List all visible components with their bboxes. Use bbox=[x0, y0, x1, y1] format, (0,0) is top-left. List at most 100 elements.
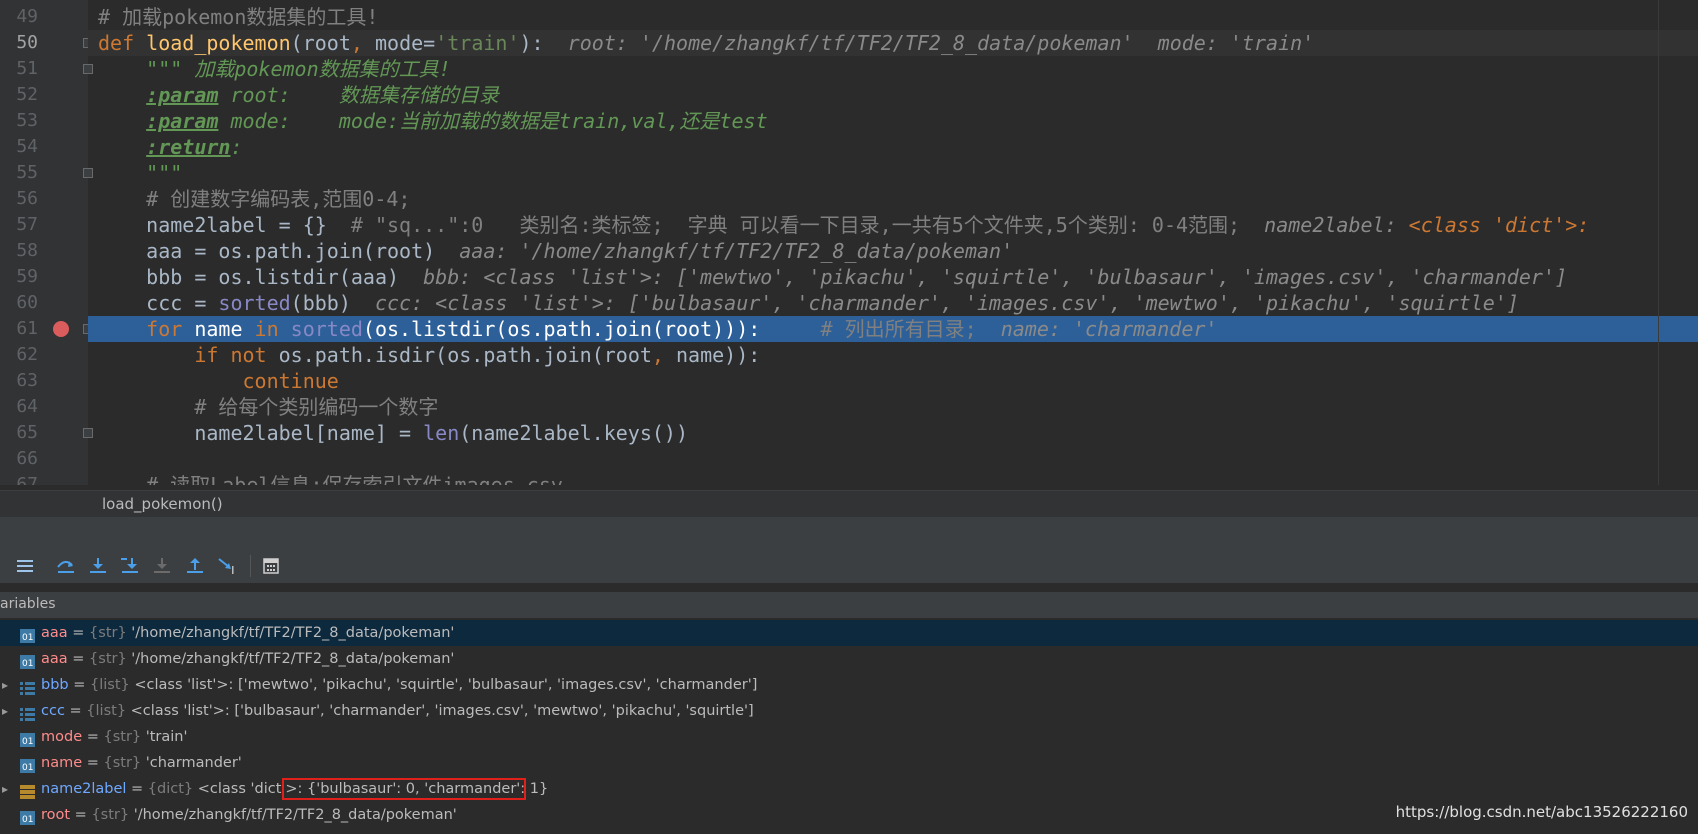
code-line[interactable]: def load_pokemon(root, mode='train'): ro… bbox=[88, 30, 1698, 56]
code-token: for bbox=[98, 317, 195, 341]
variable-row[interactable]: 01 aaa = {str} '/home/zhangkf/tf/TF2/TF2_… bbox=[0, 646, 1698, 672]
step-into-my-code-icon[interactable] bbox=[119, 555, 141, 577]
code-line[interactable]: """ 加载pokemon数据集的工具! bbox=[98, 56, 1698, 82]
variable-type: {str} bbox=[89, 625, 127, 641]
code-token: sorted bbox=[290, 317, 363, 341]
expand-arrow-icon[interactable]: ▸ bbox=[2, 672, 8, 698]
gutter-line[interactable]: 61 bbox=[0, 316, 93, 342]
equals-sign: = bbox=[68, 677, 90, 693]
expand-arrow-icon[interactable]: ▸ bbox=[2, 776, 8, 802]
toolbar-separator bbox=[250, 555, 251, 577]
gutter-line[interactable]: 53 bbox=[0, 108, 88, 134]
equals-sign: = bbox=[70, 807, 92, 823]
code-token: ccc = bbox=[98, 291, 219, 315]
fold-marker-icon[interactable] bbox=[83, 428, 93, 438]
code-line[interactable]: ccc = sorted(bbb) ccc: <class 'list'>: [… bbox=[98, 290, 1698, 316]
gutter-line[interactable]: 54 bbox=[0, 134, 88, 160]
gutter-line[interactable]: 60 bbox=[0, 290, 88, 316]
variable-row[interactable]: ▸ ccc = {list} <class 'list'>: ['bulbasau… bbox=[0, 698, 1698, 724]
code-line[interactable]: :return: bbox=[98, 134, 1698, 160]
line-number: 64 bbox=[16, 396, 38, 417]
code-line[interactable] bbox=[98, 446, 1698, 472]
code-line[interactable]: aaa = os.path.join(root) aaa: '/home/zha… bbox=[98, 238, 1698, 264]
gutter-line[interactable]: 62 bbox=[0, 342, 88, 368]
code-token: 'train' bbox=[435, 31, 520, 55]
gutter-line[interactable]: 63 bbox=[0, 368, 88, 394]
variable-value: '/home/zhangkf/tf/TF2/TF2_8_data/pokeman… bbox=[129, 807, 457, 823]
code-line[interactable]: name2label = {} # "sq...":0 类别名:类标签; 字典 … bbox=[98, 212, 1698, 238]
gutter-line[interactable]: 65 bbox=[0, 420, 93, 446]
code-token: :return bbox=[146, 135, 231, 159]
code-line[interactable]: # 读取Label信息;保存索引文件images.csv bbox=[98, 472, 1698, 485]
list-type-icon bbox=[20, 704, 35, 721]
gutter-line[interactable]: 58 bbox=[0, 238, 88, 264]
gutter-line[interactable]: 64 bbox=[0, 394, 88, 420]
gutter-line[interactable]: 50 bbox=[0, 30, 93, 56]
variable-row[interactable]: 01 mode = {str} 'train' bbox=[0, 724, 1698, 750]
equals-sign: = bbox=[67, 625, 90, 641]
code-line[interactable]: # 创建数字编码表,范围0-4; bbox=[98, 186, 1698, 212]
expand-arrow-icon[interactable]: ▸ bbox=[2, 698, 8, 724]
breadcrumb[interactable]: load_pokemon() bbox=[0, 490, 1698, 517]
step-into-icon[interactable] bbox=[87, 555, 109, 577]
variable-text: root = {str} '/home/zhangkf/tf/TF2/TF2_8… bbox=[41, 802, 457, 828]
code-line[interactable]: :param mode: mode:当前加载的数据是train,val,还是te… bbox=[98, 108, 1698, 134]
code-line[interactable]: # 给每个类别编码一个数字 bbox=[98, 394, 1698, 420]
variable-row[interactable]: 01 aaa = {str} '/home/zhangkf/tf/TF2/TF2_… bbox=[0, 620, 1698, 646]
variable-value: <class 'list'>: ['mewtwo', 'pikachu', 's… bbox=[129, 677, 758, 693]
variable-type: {str} bbox=[91, 807, 130, 823]
breakpoint-icon[interactable] bbox=[53, 321, 69, 337]
code-line[interactable]: if not os.path.isdir(os.path.join(root, … bbox=[98, 342, 1698, 368]
code-line[interactable]: :param root: 数据集存储的目录 bbox=[98, 82, 1698, 108]
variable-row[interactable]: 01 name = {str} 'charmander' bbox=[0, 750, 1698, 776]
code-line[interactable]: """ bbox=[98, 160, 1698, 186]
step-out-icon[interactable] bbox=[184, 555, 206, 577]
gutter-line[interactable]: 55 bbox=[0, 160, 93, 186]
variable-value: '/home/zhangkf/tf/TF2/TF2_8_data/pokeman… bbox=[126, 651, 455, 667]
step-over-icon[interactable] bbox=[55, 555, 77, 577]
code-line[interactable]: bbb = os.listdir(aaa) bbb: <class 'list'… bbox=[98, 264, 1698, 290]
gutter-line[interactable]: 59 bbox=[0, 264, 88, 290]
gutter-line[interactable]: 56 bbox=[0, 186, 88, 212]
evaluate-expression-icon[interactable] bbox=[260, 555, 282, 577]
code-token: name bbox=[194, 317, 255, 341]
code-line[interactable]: # 加载pokemon数据集的工具! bbox=[98, 4, 1698, 30]
gutter-line[interactable]: 66 bbox=[0, 446, 88, 472]
code-token: continue bbox=[98, 369, 339, 393]
force-step-into-icon[interactable] bbox=[151, 555, 173, 577]
code-token: :param bbox=[146, 83, 219, 107]
gutter-line[interactable]: 52 bbox=[0, 82, 88, 108]
variable-row[interactable]: ▸ bbb = {list} <class 'list'>: ['mewtwo',… bbox=[0, 672, 1698, 698]
code-token: # 创建数字编码表,范围0-4; bbox=[98, 187, 411, 211]
variables-list[interactable]: 01 aaa = {str} '/home/zhangkf/tf/TF2/TF2_… bbox=[0, 620, 1698, 831]
execution-point-line[interactable]: for name in sorted(os.listdir(os.path.jo… bbox=[88, 316, 1698, 342]
code-editor[interactable]: 49 50 51 52 53 54 55 56 57 58 59 60 61 62 63 64 65 66 67 #… bbox=[0, 0, 1698, 485]
code-line[interactable]: name2label[name] = len(name2label.keys()… bbox=[98, 420, 1698, 446]
show-execution-point-icon[interactable] bbox=[14, 555, 36, 577]
fold-marker-icon[interactable] bbox=[83, 168, 93, 178]
str-type-icon: 01 bbox=[20, 808, 35, 825]
variable-value: 'charmander' bbox=[141, 755, 242, 771]
gutter-line[interactable]: 51 bbox=[0, 56, 93, 82]
variable-type: {dict} bbox=[147, 781, 194, 797]
code-token: (bbb) bbox=[290, 291, 375, 315]
str-type-icon: 01 bbox=[20, 626, 35, 643]
variable-type: {str} bbox=[103, 755, 142, 771]
variable-text: ccc = {list} <class 'list'>: ['bulbasaur… bbox=[41, 698, 754, 724]
gutter-line[interactable]: 49 bbox=[0, 4, 88, 30]
variable-row[interactable]: ▸ name2label = {dict} <class 'dict'>: {'b… bbox=[0, 776, 1698, 802]
equals-sign: = bbox=[67, 651, 90, 667]
line-number: 65 bbox=[16, 422, 38, 443]
code-token: # 列出所有目录; bbox=[820, 317, 1001, 341]
gutter-line[interactable]: 57 bbox=[0, 212, 88, 238]
code-token: ): bbox=[519, 31, 568, 55]
line-number: 55 bbox=[16, 162, 38, 183]
code-token: sorted bbox=[218, 291, 291, 315]
fold-marker-icon[interactable] bbox=[83, 64, 93, 74]
run-to-cursor-icon[interactable] bbox=[216, 555, 238, 577]
console-tab-icon[interactable] bbox=[0, 555, 14, 577]
line-number-gutter[interactable]: 49 50 51 52 53 54 55 56 57 58 59 60 61 62 63 64 65 66 67 bbox=[0, 0, 93, 485]
code-line[interactable]: continue bbox=[98, 368, 1698, 394]
gutter-line[interactable]: 67 bbox=[0, 472, 88, 485]
breadcrumb-function-label[interactable]: load_pokemon() bbox=[102, 495, 223, 513]
